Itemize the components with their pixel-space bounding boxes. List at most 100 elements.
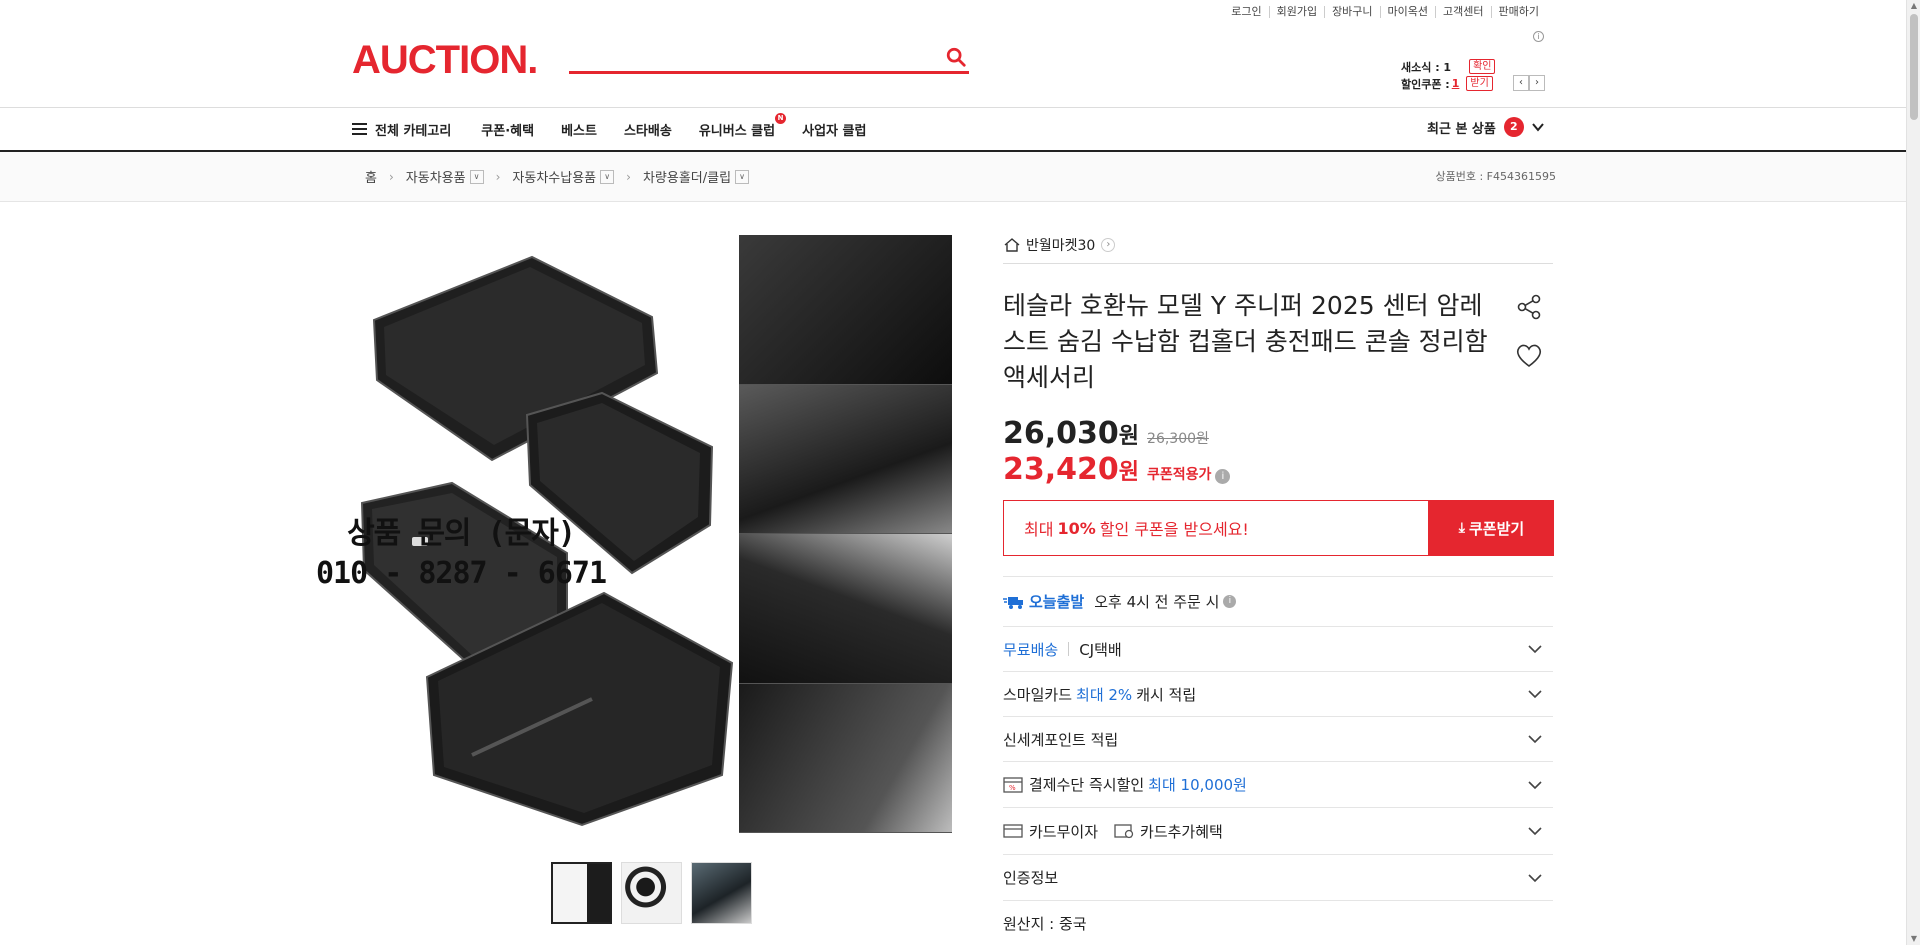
watermark-line-1: 상품 문의 (문자) <box>347 516 576 551</box>
recent-viewed[interactable]: 최근 본 상품 2 <box>1427 117 1546 137</box>
chevron-down-icon <box>1528 645 1542 654</box>
payment-discount-prefix: 결제수단 즉시할인 <box>1029 776 1145 794</box>
nav-best[interactable]: 베스트 <box>561 120 597 139</box>
certification-row[interactable]: 인증정보 <box>1003 854 1553 901</box>
check-button[interactable]: 확인 <box>1469 59 1496 74</box>
all-categories-label: 전체 카테고리 <box>375 123 452 139</box>
product-photo <box>739 384 952 534</box>
product-photo <box>739 235 952 385</box>
sale-price: 26,030 원 26,300원 <box>1003 416 1209 451</box>
coupon-prefix: 최대 <box>1024 520 1054 539</box>
breadcrumb-level-2[interactable]: 자동차수납용품 <box>512 167 596 186</box>
coupon-price-label: 쿠폰적용가 <box>1147 467 1212 483</box>
info-icon[interactable]: i <box>1223 595 1237 608</box>
nav-universe-club[interactable]: 유니버스 클럽 N <box>698 112 787 139</box>
nav-star-delivery[interactable]: 스타배송 <box>624 120 672 139</box>
card-extra-benefit-label: 카드추가혜택 <box>1140 822 1223 841</box>
chevron-down-icon <box>1528 827 1542 836</box>
fast-delivery-row: 오늘출발 오후 4시 전 주문 시 i <box>1003 576 1553 626</box>
receive-coupon-button[interactable]: 받기 <box>1466 76 1493 91</box>
payment-discount-row[interactable]: % 결제수단 즉시할인 최대 10,000원 <box>1003 761 1553 807</box>
download-icon: ⤓ <box>1458 520 1465 536</box>
coupon-count[interactable]: 1 <box>1452 77 1460 90</box>
new-message-label: 새소식 : 1 <box>1401 60 1452 74</box>
smile-card-suffix: 캐시 적립 <box>1136 685 1197 704</box>
coupon-label: 할인쿠폰 : <box>1401 77 1450 91</box>
customer-center-link[interactable]: 고객센터 <box>1435 6 1490 18</box>
seller-link[interactable]: 반월마켓30 › <box>1003 235 1116 255</box>
certification-label: 인증정보 <box>1003 869 1059 887</box>
nav-coupon[interactable]: 쿠폰·혜택 <box>481 120 534 139</box>
product-photo <box>739 683 952 833</box>
thumbnail[interactable] <box>621 862 682 924</box>
payment-discount-highlight: 최대 10,000원 <box>1148 776 1247 794</box>
thumbnail[interactable] <box>551 862 612 924</box>
sale-price-value: 26,030 <box>1003 416 1119 451</box>
info-icon[interactable]: i <box>1533 31 1544 42</box>
signup-link[interactable]: 회원가입 <box>1268 6 1324 18</box>
dropdown-icon[interactable]: ∨ <box>735 169 750 184</box>
get-coupon-button[interactable]: ⤓ 쿠폰받기 <box>1429 500 1554 556</box>
smile-card-highlight: 최대 2% <box>1076 685 1133 704</box>
card-plus-icon <box>1114 824 1134 839</box>
vertical-scrollbar[interactable]: ▲ ▼ <box>1906 0 1920 945</box>
origin-info: 원산지 : 중국 <box>1003 915 1087 933</box>
card-icon <box>1003 824 1023 838</box>
login-link[interactable]: 로그인 <box>1224 6 1268 18</box>
coupon-percent: 10% <box>1057 518 1096 538</box>
currency-unit: 원 <box>1118 424 1140 449</box>
fast-delivery-label: 오늘출발 <box>1029 593 1085 611</box>
shinsegae-point-label: 신세계포인트 적립 <box>1003 730 1119 749</box>
scroll-down-icon[interactable]: ▼ <box>1909 934 1919 944</box>
shipping-row[interactable]: 무료배송 CJ택배 <box>1003 626 1553 671</box>
courier-name: CJ택배 <box>1079 640 1122 659</box>
breadcrumb-level-1[interactable]: 자동차용품 <box>406 167 466 186</box>
breadcrumb-level-3[interactable]: 차량용홀더/클립 <box>643 167 731 186</box>
coupon-suffix: 할인 쿠폰을 받으세요! <box>1099 520 1249 539</box>
card-benefit-row[interactable]: 카드무이자 카드추가혜택 <box>1003 807 1553 854</box>
breadcrumb: 홈 › 자동차용품 ∨ › 자동차수납용품 ∨ › 차량용홀더/클립 ∨ <box>365 167 750 186</box>
scroll-up-icon[interactable]: ▲ <box>1909 1 1919 11</box>
mini-info: 새소식 : 1 확인 할인쿠폰 : 1 받기 <box>1401 58 1496 92</box>
thumbnail-list <box>551 862 752 924</box>
nav-universe-club-label: 유니버스 클럽 <box>698 123 776 139</box>
coupon-price-value: 23,420 <box>1003 452 1119 487</box>
search-icon[interactable] <box>945 46 967 68</box>
chevron-down-icon <box>1528 690 1542 699</box>
smile-card-row[interactable]: 스마일카드 최대 2% 캐시 적립 <box>1003 671 1553 716</box>
divider <box>0 107 1906 108</box>
product-photo <box>739 534 952 684</box>
original-price: 26,300원 <box>1147 431 1209 447</box>
home-icon <box>1004 238 1020 252</box>
divider <box>1068 642 1070 656</box>
breadcrumb-home[interactable]: 홈 <box>365 167 377 186</box>
product-title: 테슬라 호환뉴 모델 Y 주니퍼 2025 센터 암레스트 숨김 수납함 컵홀더… <box>1003 291 1488 392</box>
shinsegae-point-row[interactable]: 신세계포인트 적립 <box>1003 716 1553 761</box>
search-bar[interactable] <box>569 44 969 74</box>
my-auction-link[interactable]: 마이옥션 <box>1379 6 1435 18</box>
chevron-right-icon: › <box>388 169 394 184</box>
dropdown-icon[interactable]: ∨ <box>600 169 615 184</box>
chevron-right-icon: › <box>626 169 631 184</box>
contact-watermark: 상품 문의 (문자) 010 - 8287 - 6671 <box>306 514 616 594</box>
nav-business-club[interactable]: 사업자 클럽 <box>802 120 866 139</box>
utility-links: 로그인 회원가입 장바구니 마이옥션 고객센터 판매하기 <box>1224 6 1546 18</box>
dropdown-icon[interactable]: ∨ <box>469 169 484 184</box>
next-button[interactable]: › <box>1529 75 1545 91</box>
sell-link[interactable]: 판매하기 <box>1490 6 1546 18</box>
auction-logo[interactable]: AUCTION. <box>352 40 538 80</box>
coupon-banner: 최대 10% 할인 쿠폰을 받으세요! <box>1003 500 1429 556</box>
product-number: 상품번호 : F454361595 <box>1435 170 1557 183</box>
cart-link[interactable]: 장바구니 <box>1324 6 1379 18</box>
thumbnail[interactable] <box>691 862 752 924</box>
truck-icon <box>1003 596 1023 609</box>
all-categories-button[interactable]: 전체 카테고리 <box>352 120 451 139</box>
info-icon[interactable]: i <box>1215 469 1231 484</box>
heart-icon[interactable] <box>1514 340 1544 370</box>
prev-button[interactable]: ‹ <box>1513 75 1529 91</box>
scrollbar-thumb[interactable] <box>1910 14 1918 120</box>
free-shipping-label: 무료배송 <box>1003 640 1059 659</box>
breadcrumb-band <box>0 152 1906 202</box>
fast-delivery-text: 오후 4시 전 주문 시 <box>1094 593 1220 611</box>
share-icon[interactable] <box>1514 292 1544 322</box>
